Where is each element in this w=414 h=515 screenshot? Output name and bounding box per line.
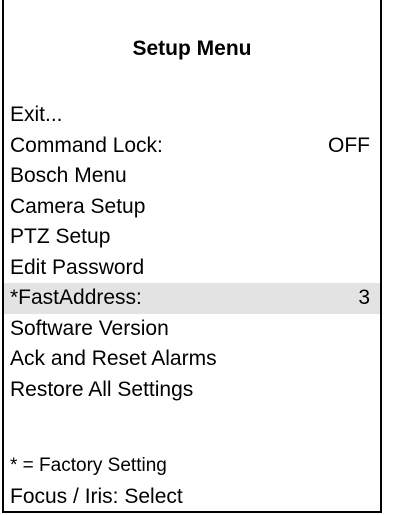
setup-menu-screen: Setup Menu Exit... Command Lock: OFF Bos…	[2, 0, 382, 513]
fast-address-value: 3	[358, 286, 370, 309]
menu-title: Setup Menu	[132, 37, 252, 60]
menu-item-label: Ack and Reset Alarms	[10, 347, 217, 370]
menu-item-ack-reset-alarms[interactable]: Ack and Reset Alarms	[4, 344, 380, 375]
factory-setting-note: * = Factory Setting	[10, 455, 167, 476]
setup-menu-list: Exit... Command Lock: OFF Bosch Menu Cam…	[4, 100, 380, 405]
menu-item-command-lock[interactable]: Command Lock: OFF	[4, 131, 380, 162]
menu-footer: * = Factory Setting Focus / Iris: Select	[4, 450, 380, 511]
menu-item-exit[interactable]: Exit...	[4, 100, 380, 131]
menu-item-label: PTZ Setup	[10, 225, 111, 248]
menu-item-software-version[interactable]: Software Version	[4, 314, 380, 345]
menu-item-label: Command Lock:	[10, 133, 163, 157]
menu-item-fast-address[interactable]: *FastAddress: 3	[4, 283, 380, 314]
menu-item-label: Software Version	[10, 316, 169, 340]
menu-item-camera-setup[interactable]: Camera Setup	[4, 192, 380, 223]
menu-item-bosch-menu[interactable]: Bosch Menu	[4, 161, 380, 192]
menu-item-label: Exit...	[10, 103, 63, 126]
menu-item-edit-password[interactable]: Edit Password	[4, 253, 380, 284]
command-lock-value: OFF	[328, 133, 370, 157]
menu-item-label: Bosch Menu	[10, 164, 127, 187]
menu-item-label: *FastAddress:	[10, 286, 142, 309]
menu-item-restore-all-settings[interactable]: Restore All Settings	[4, 375, 380, 406]
menu-item-ptz-setup[interactable]: PTZ Setup	[4, 222, 380, 253]
menu-item-label: Camera Setup	[10, 194, 146, 218]
menu-item-label: Edit Password	[10, 255, 145, 279]
menu-item-label: Restore All Settings	[10, 377, 194, 401]
focus-iris-hint: Focus / Iris: Select	[10, 485, 183, 508]
